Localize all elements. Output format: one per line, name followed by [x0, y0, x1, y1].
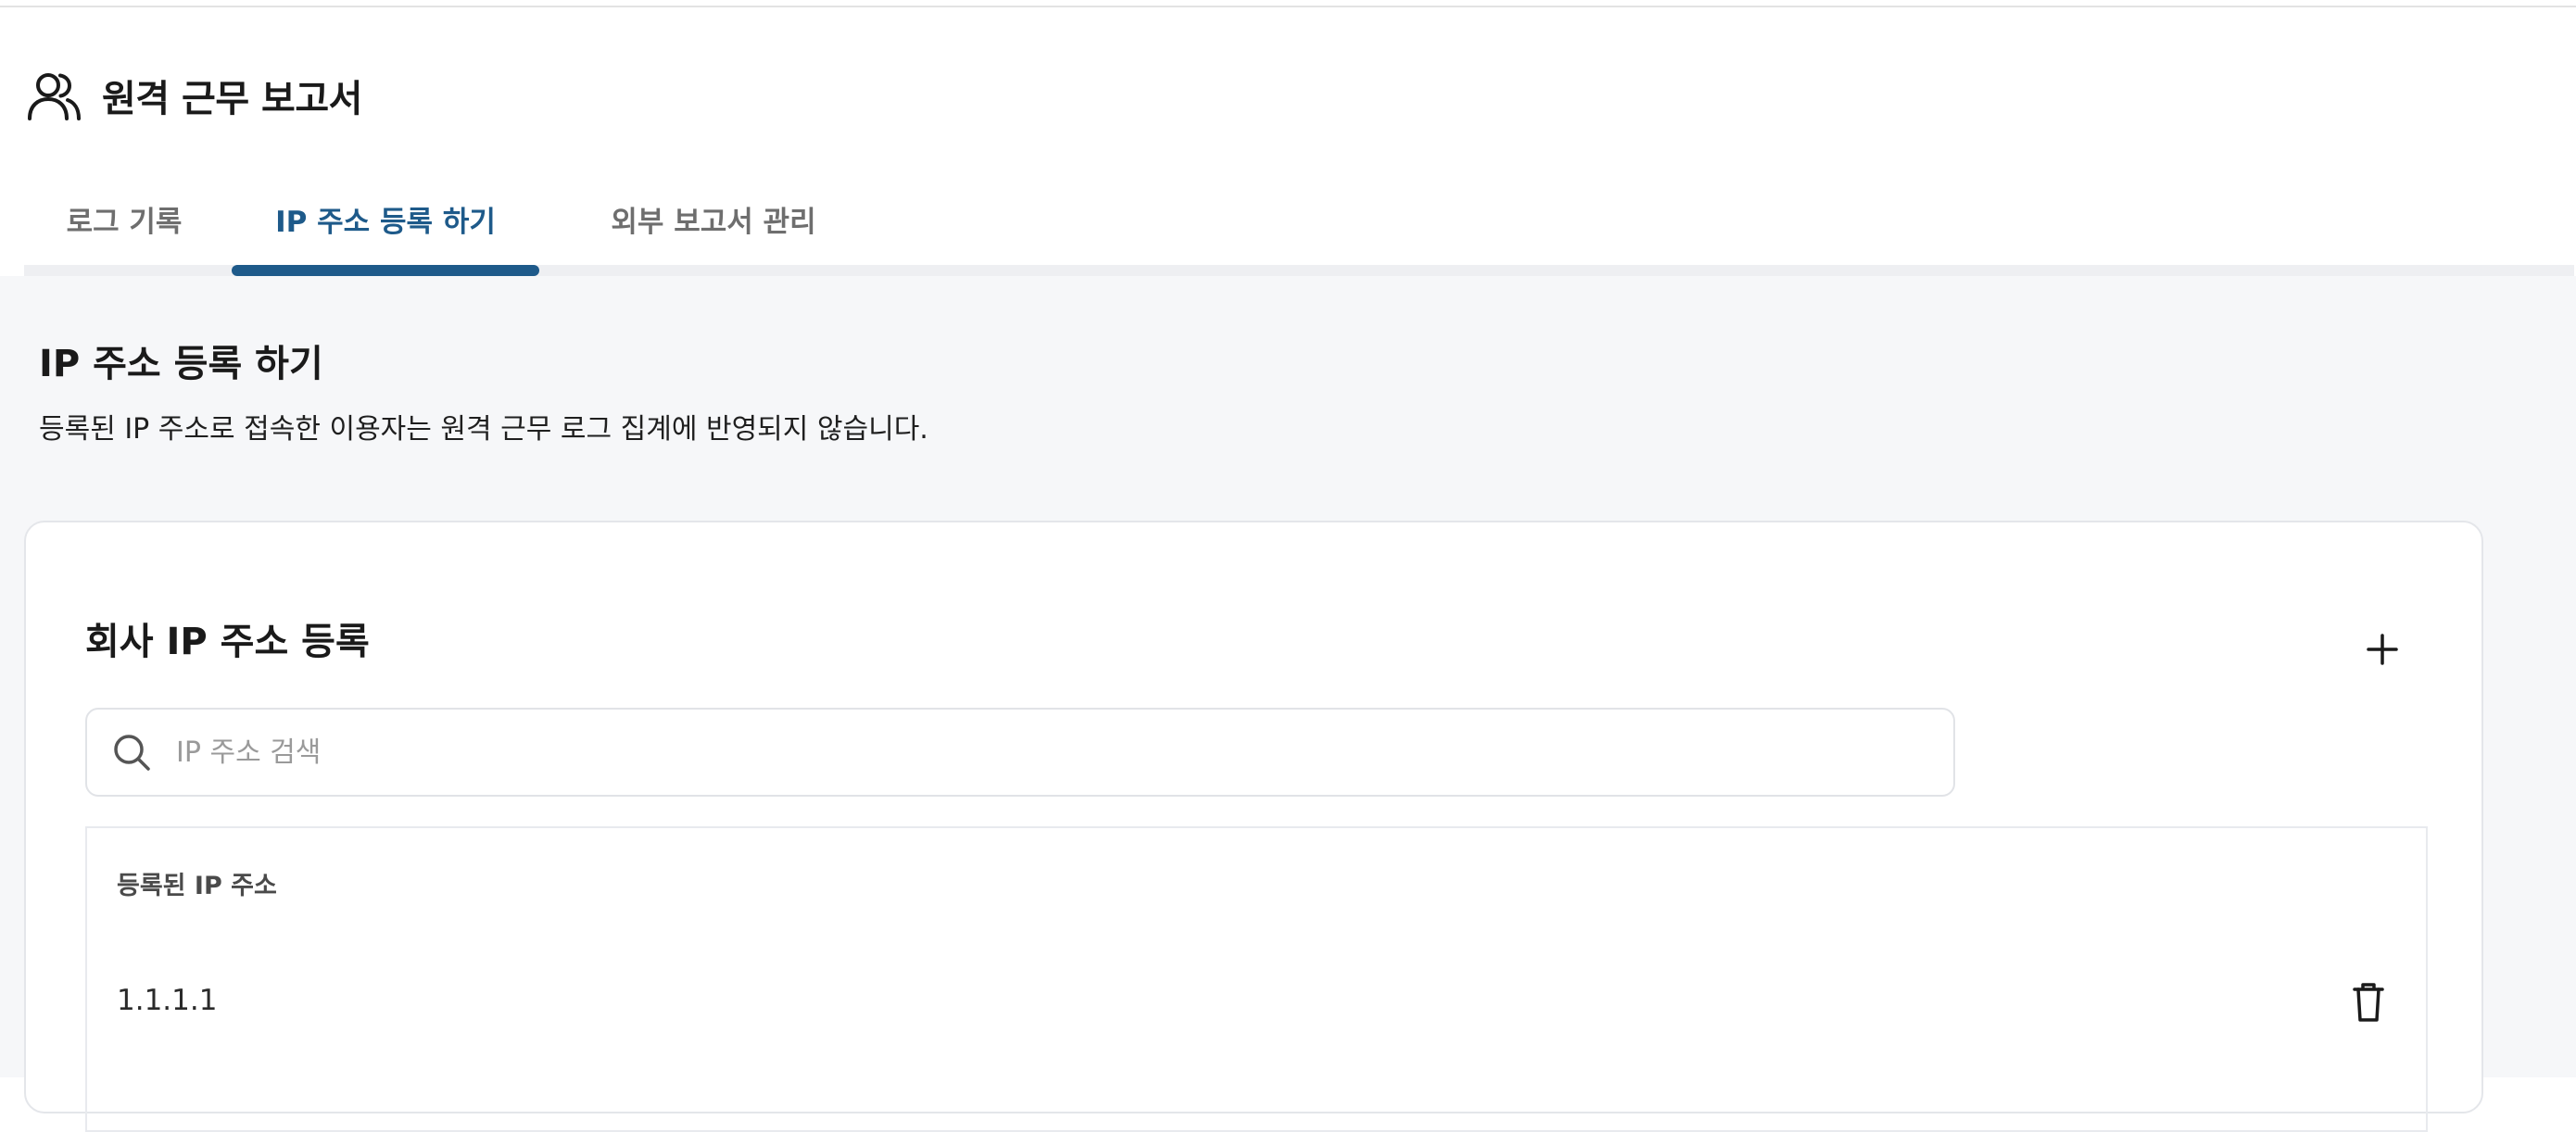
- active-tab-indicator: [232, 265, 539, 276]
- page-title: 원격 근무 보고서: [102, 78, 362, 120]
- ip-search-input[interactable]: [174, 735, 1920, 770]
- search-icon: [109, 730, 154, 774]
- delete-ip-button[interactable]: [2344, 978, 2393, 1026]
- trash-icon: [2350, 982, 2387, 1023]
- main-content: IP 주소 등록 하기 등록된 IP 주소로 접속한 이용자는 원격 근무 로그…: [0, 276, 2576, 1132]
- page-header: 원격 근무 보고서: [26, 63, 362, 128]
- card-title: 회사 IP 주소 등록: [85, 621, 370, 663]
- tab-log-records[interactable]: 로그 기록: [50, 182, 198, 256]
- tab-ip-registration[interactable]: IP 주소 등록 하기: [232, 182, 539, 256]
- add-ip-button[interactable]: [2357, 624, 2407, 674]
- search-box: [85, 708, 1955, 797]
- tab-external-reports[interactable]: 외부 보고서 관리: [575, 182, 852, 256]
- table-header: 등록된 IP 주소: [117, 872, 277, 900]
- tab-bar: 로그 기록 IP 주소 등록 하기 외부 보고서 관리: [24, 182, 2574, 276]
- table-row: 1.1.1.1: [87, 967, 2426, 1041]
- users-icon: [26, 67, 83, 124]
- registered-ip-table: 등록된 IP 주소 1.1.1.1: [85, 826, 2428, 1132]
- top-divider: [0, 6, 2576, 7]
- ip-address-value: 1.1.1.1: [117, 984, 218, 1017]
- section-title: IP 주소 등록 하기: [39, 343, 323, 385]
- company-ip-card: 회사 IP 주소 등록 등록된 IP 주소 1.1.1.1: [24, 521, 2483, 1132]
- section-description: 등록된 IP 주소로 접속한 이용자는 원격 근무 로그 집계에 반영되지 않습…: [39, 413, 928, 446]
- plus-icon: [2366, 633, 2399, 666]
